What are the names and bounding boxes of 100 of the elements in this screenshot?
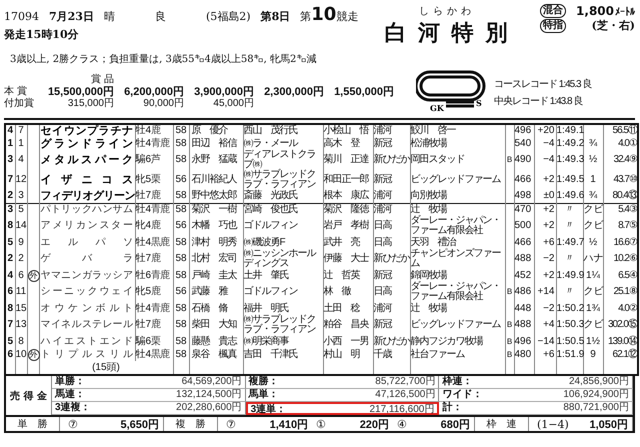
owner-name: ㈱ニッシンホールディングス (243, 249, 323, 269)
breeder-name: 社台ファーム (410, 348, 505, 361)
finish-margin: 1¾ (583, 302, 603, 315)
finish-time: 1:50.3 (556, 315, 583, 335)
bracket-number: 3 (5, 203, 15, 216)
region-name: 新ひだか (373, 335, 410, 348)
finish-time: 1:49.6 (556, 190, 583, 203)
bracket-number: 4 (5, 124, 15, 137)
region-name: 新冠 (373, 269, 410, 282)
odds-rank: 5.4③ (603, 203, 638, 216)
race-title: 白 河 特 別 (384, 19, 510, 48)
carried-weight: 58 (173, 315, 189, 335)
horse-number: 10 (15, 348, 27, 361)
bracket-number: 6 (5, 282, 15, 302)
sex-age: 牡7 (136, 190, 152, 202)
blinker-mark: B (505, 348, 514, 361)
sales-amount-row: 複勝： 85,722,700円 (246, 376, 440, 389)
weight-change: ±0 (534, 190, 556, 203)
sales-amount-row: 馬連： 132,124,500円 (52, 389, 246, 402)
sex-age: 牡4 (136, 236, 152, 248)
horse-number: 11 (15, 282, 27, 302)
body-weight: 496 (514, 124, 534, 137)
sales-amount-row: 馬単： 47,126,500円 (246, 389, 440, 402)
weight-change: +2 (534, 216, 556, 236)
finish-time: 1:49.7 (556, 236, 583, 249)
trainer-name: 岩戸 孝樹 (323, 216, 373, 236)
horse-number: 15 (15, 302, 27, 315)
region-name: 千歳 (373, 348, 410, 361)
payout-label: 単 勝 (6, 417, 60, 431)
owner-name: ㈱明栄商事 (243, 335, 323, 348)
finish-time: 1:49.2 (556, 137, 583, 150)
coat-color: 鹿 (151, 319, 160, 330)
payout-amount: 5,650円 (120, 418, 159, 432)
trainer-name: 林 徹 (323, 282, 373, 302)
prize-label: 付加賞 (4, 98, 35, 110)
distance-unit: ﾒｰﾄﾙ (615, 6, 635, 18)
carried-weight: 58 (173, 348, 189, 361)
carried-weight: 58 (173, 302, 189, 315)
coat-color: 青鹿 (151, 138, 170, 148)
breeder-name: 静内フジカワ牧場 (410, 335, 505, 348)
payout-amount: 1,050円 (589, 418, 628, 432)
weight-change: +2 (534, 269, 556, 282)
weight-change: −2 (534, 302, 556, 315)
region-name: 日高 (373, 236, 410, 249)
sex-age: 牡4 (136, 204, 152, 215)
odds-rank: 4.0② (603, 302, 638, 315)
finish-time: 1:49.9 (556, 269, 583, 282)
race-number-suffix: 競走 (336, 10, 358, 23)
prize-heading: 賞 品 (90, 74, 114, 86)
body-weight: 490 (514, 150, 534, 170)
odds-rank: 43.7⑩ (603, 170, 638, 190)
payout-combination: ⑦ (68, 418, 78, 430)
owner-name: ㈱磯波勇F (243, 236, 323, 249)
owner-name: 西山 茂行氏 (243, 124, 323, 137)
horse-number: 1 (15, 137, 27, 150)
breeder-name: 天羽 禮治 (410, 236, 505, 249)
race-badge: 特指 (540, 19, 566, 33)
horse-name: オウケンボルト (39, 302, 135, 315)
weight-change: −4 (534, 137, 556, 150)
horse-name: パトリックハンサム (39, 203, 135, 216)
sex-age: 騸6 (136, 336, 152, 346)
race-number: 10 (311, 4, 336, 25)
region-name: 浦河 (373, 124, 410, 137)
horse-number: 14 (15, 216, 27, 236)
bracket-number: 8 (5, 302, 15, 315)
finish-margin: 1¼ (583, 269, 603, 282)
horse-name: セイウンプラチナ (39, 124, 135, 137)
breeder-name: チャンピオンズファーム (410, 249, 505, 269)
sales-amount-row: 単勝： 64,569,200円 (52, 376, 246, 389)
odds-rank: 10.2⑥ (603, 249, 638, 269)
body-weight: 466 (514, 170, 534, 190)
finish-margin: ¾ (583, 190, 603, 203)
trainer-name: 菊沢 隆徳 (323, 203, 373, 216)
jockey-name: 永野 猛蔵 (189, 150, 243, 170)
jockey-name: 田辺 裕信 (189, 137, 243, 150)
horse-name: マイネルステレール (39, 315, 135, 335)
sales-amount-row: 枠連： 24,856,900円 (439, 376, 633, 389)
sales-amount-row: 3連単： 217,116,600円 (246, 402, 440, 415)
start-time: 発走15時10分 (4, 27, 80, 42)
coat-color: 鹿 (151, 220, 160, 231)
carried-weight: 58 (173, 203, 189, 216)
horse-name: メタルスパーク (39, 150, 135, 170)
region-name: 浦河 (373, 190, 410, 203)
breeder-name: 岡田スタッド (410, 150, 505, 170)
weight-change: −14 (534, 335, 556, 348)
bracket-number: 1 (5, 137, 15, 150)
jockey-name: 野中悠太郎 (189, 190, 243, 203)
coat-color: 青鹿 (151, 204, 170, 215)
owner-name: ゴドルフィン (243, 282, 323, 302)
finish-margin: クビ (583, 203, 603, 216)
jockey-name: 武藤 雅 (189, 282, 243, 302)
blinker-mark: B (505, 315, 514, 335)
bracket-number: 7 (5, 315, 15, 335)
sex-age: 牡6 (136, 270, 152, 280)
race-conditions: 3歳以上, 2勝クラス；負担重量は, 3歳55㌔4歳以上58㌔, 牝馬2㌔減 (10, 52, 318, 66)
payout-combination: ⑦ (226, 418, 236, 430)
body-weight: 448 (514, 302, 534, 315)
horse-name: シーニックウェイ (39, 282, 135, 302)
finish-time: 1:49.1 (556, 124, 583, 137)
horse-number: 5 (15, 203, 27, 216)
